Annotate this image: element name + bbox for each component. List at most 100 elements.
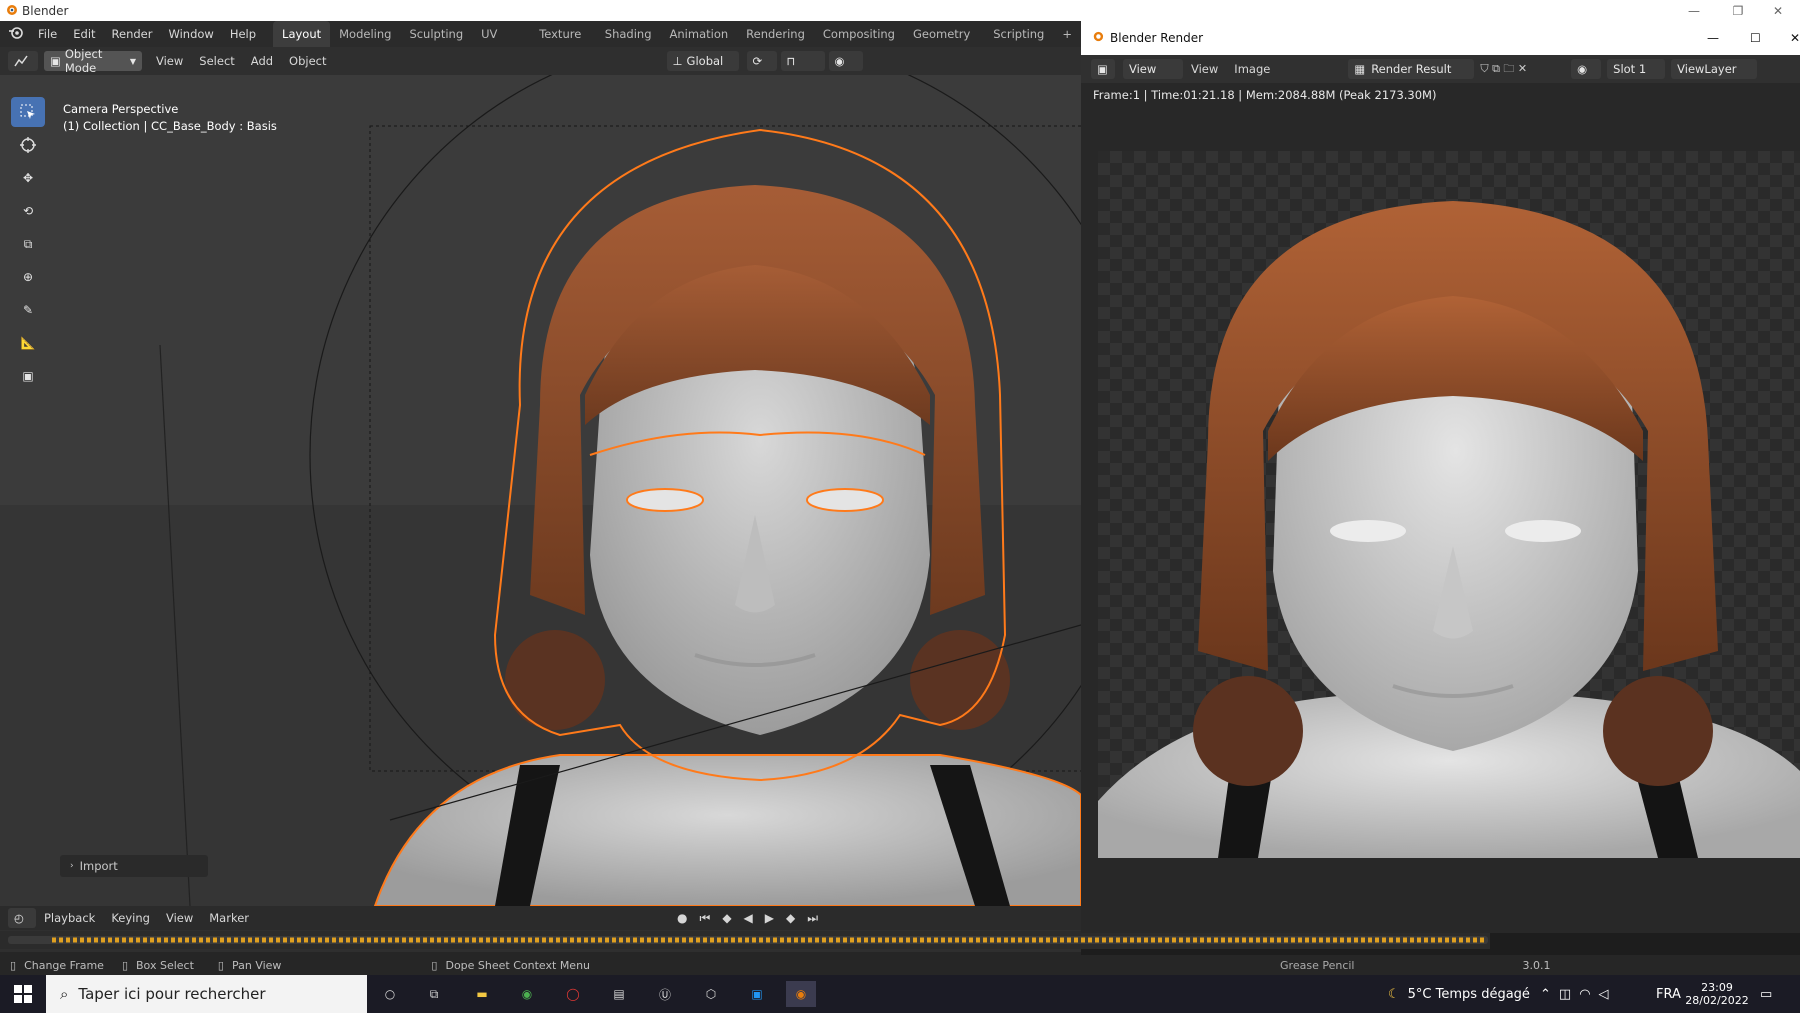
tab-layout[interactable]: Layout — [273, 21, 331, 47]
menu-edit[interactable]: Edit — [65, 27, 103, 41]
rotate-icon[interactable]: ⟲ — [11, 196, 45, 226]
render-window-title-bar: Blender Render — ☐ ✕ — [1081, 21, 1800, 55]
view-layer-select[interactable]: ViewLayer — [1671, 59, 1758, 79]
maximize-icon[interactable]: ❐ — [1716, 0, 1760, 21]
tab-uv-editing[interactable]: UV Editing — [472, 21, 530, 67]
viewport-menu-add[interactable]: Add — [243, 54, 281, 68]
timeline-menu-view[interactable]: View — [158, 911, 201, 925]
image-editor-type-icon[interactable]: ▣ — [1091, 59, 1115, 79]
tab-texture-paint[interactable]: Texture Paint — [530, 21, 596, 67]
tab-rendering[interactable]: Rendering — [737, 21, 814, 47]
record-icon[interactable]: ● — [677, 911, 687, 926]
jump-start-icon[interactable]: ⏮ — [700, 911, 711, 926]
transform-icon[interactable]: ⊕ — [11, 262, 45, 292]
notification-icon[interactable]: ▭ — [1760, 975, 1772, 1013]
chevron-up-icon[interactable]: ⌃ — [1540, 987, 1551, 1002]
render-menu-image[interactable]: Image — [1226, 62, 1278, 76]
transform-orientation-select[interactable]: ⊥ Global — [666, 51, 739, 71]
measure-icon[interactable]: 📐 — [11, 328, 45, 358]
play-reverse-icon[interactable]: ◀ — [744, 911, 753, 926]
top-bar: File Edit Render Window Help Layout Mode… — [0, 21, 1081, 67]
move-icon[interactable]: ✥ — [11, 163, 45, 193]
3d-viewport[interactable]: ✥ ⟲ ⧉ ⊕ ✎ 📐 ▣ Camera Perspective (1) Col… — [0, 75, 1081, 906]
close-icon[interactable]: ✕ — [1756, 0, 1800, 21]
image-icon: ▦ — [1354, 62, 1366, 76]
timeline-menu-keying[interactable]: Keying — [103, 911, 158, 925]
tab-geometry-nodes[interactable]: Geometry Nodes — [904, 21, 984, 67]
render-menu-view[interactable]: View — [1183, 62, 1226, 76]
render-close-icon[interactable]: ✕ — [1790, 31, 1800, 45]
tab-animation[interactable]: Animation — [661, 21, 738, 47]
network-icon[interactable]: ◫ — [1559, 987, 1571, 1002]
app-icon[interactable]: ▤ — [604, 981, 634, 1007]
last-operator-panel[interactable]: › Import — [60, 855, 208, 877]
render-maximize-icon[interactable]: ☐ — [1750, 31, 1761, 45]
opera-icon[interactable]: ◯ — [558, 981, 588, 1007]
jump-end-icon[interactable]: ⏭ — [807, 911, 818, 926]
blender-menu-icon[interactable] — [8, 26, 24, 43]
system-tray[interactable]: ⌃ ◫ ◠ ◁ — [1540, 975, 1609, 1013]
select-box-icon[interactable] — [11, 97, 45, 127]
minimize-icon[interactable]: — — [1672, 0, 1716, 21]
chrome-icon[interactable]: ◉ — [512, 981, 542, 1007]
render-minimize-icon[interactable]: — — [1707, 31, 1719, 45]
render-result-image — [1098, 151, 1800, 858]
status-change-frame: Change Frame — [24, 958, 104, 972]
snap-icon[interactable]: ⊓ — [780, 51, 825, 71]
viewport-menu-object[interactable]: Object — [281, 54, 334, 68]
timeline-editor-icon[interactable]: ◴ — [8, 908, 36, 928]
next-keyframe-icon[interactable]: ◆ — [786, 911, 795, 926]
timeline-menu-marker[interactable]: Marker — [201, 911, 257, 925]
timeline-menu-playback[interactable]: Playback — [36, 911, 103, 925]
cortana-icon[interactable]: ○ — [375, 981, 405, 1007]
render-window: Blender Render — ☐ ✕ ▣ View View Image ▦… — [1081, 21, 1800, 933]
annotate-icon[interactable]: ✎ — [11, 295, 45, 325]
language-indicator[interactable]: FRA — [1656, 975, 1681, 1013]
play-icon[interactable]: ▶ — [765, 911, 774, 926]
viewport-menu-view[interactable]: View — [148, 54, 191, 68]
version-label: 3.0.1 — [1522, 958, 1551, 972]
wifi-icon[interactable]: ◠ — [1579, 987, 1590, 1002]
tab-shading[interactable]: Shading — [596, 21, 661, 47]
file-explorer-icon[interactable]: ▬ — [467, 981, 497, 1007]
menu-file[interactable]: File — [30, 27, 65, 41]
proportional-edit-icon[interactable]: ◉ — [828, 51, 863, 71]
image-actions[interactable]: ⛉ ⧉ 🗀 ✕ — [1480, 60, 1527, 79]
keyframe-strip[interactable] — [0, 931, 1490, 949]
tab-scripting[interactable]: Scripting — [984, 21, 1053, 47]
scale-icon[interactable]: ⧉ — [11, 229, 45, 259]
tab-sculpting[interactable]: Sculpting — [400, 21, 472, 47]
volume-icon[interactable]: ◁ — [1599, 987, 1609, 1002]
blender-taskbar-icon[interactable]: ◉ — [786, 981, 816, 1007]
tab-modeling[interactable]: Modeling — [330, 21, 400, 47]
task-view-icon[interactable]: ⧉ — [419, 981, 449, 1007]
add-cube-icon[interactable]: ▣ — [11, 361, 45, 391]
tab-compositing[interactable]: Compositing — [814, 21, 904, 47]
pivot-icon[interactable]: ⟳ — [746, 51, 777, 71]
mode-select[interactable]: ▣ Object Mode ▼ — [44, 47, 142, 75]
cube-app-icon[interactable]: ⬡ — [696, 981, 726, 1007]
menu-help[interactable]: Help — [222, 27, 264, 41]
windows-start-icon[interactable] — [8, 981, 38, 1007]
viewport-menu-select[interactable]: Select — [191, 54, 242, 68]
render-display-icon[interactable]: ◉ — [1571, 59, 1602, 79]
status-bar: ▯ Change Frame ▯ Box Select ▯ Pan View ▯… — [0, 955, 1800, 975]
weather-widget[interactable]: ☾ 5°C Temps dégagé — [1388, 975, 1530, 1013]
add-workspace-icon[interactable]: + — [1053, 21, 1081, 47]
viewport-overlay-text: Camera Perspective (1) Collection | CC_B… — [63, 101, 277, 135]
prev-keyframe-icon[interactable]: ◆ — [722, 911, 731, 926]
editor-type-icon[interactable] — [8, 51, 38, 71]
clock[interactable]: 23:09 28/02/2022 — [1685, 975, 1748, 1013]
cursor-icon[interactable] — [11, 130, 45, 160]
grease-pencil-label[interactable]: Grease Pencil — [1280, 959, 1354, 972]
view-mode-select[interactable]: View — [1123, 59, 1183, 79]
image-browse-select[interactable]: ▦ Render Result — [1348, 59, 1475, 79]
photos-icon[interactable]: ▣ — [742, 981, 772, 1007]
chevron-down-icon: ▼ — [129, 56, 136, 66]
menu-render[interactable]: Render — [104, 27, 161, 41]
viewport-header: ▣ Object Mode ▼ View Select Add Object ⊥… — [0, 47, 1081, 75]
slot-select[interactable]: Slot 1 — [1607, 59, 1666, 79]
unreal-icon[interactable]: Ⓤ — [650, 981, 680, 1007]
menu-window[interactable]: Window — [160, 27, 221, 41]
taskbar-search[interactable]: ⌕ Taper ici pour rechercher — [46, 975, 367, 1013]
